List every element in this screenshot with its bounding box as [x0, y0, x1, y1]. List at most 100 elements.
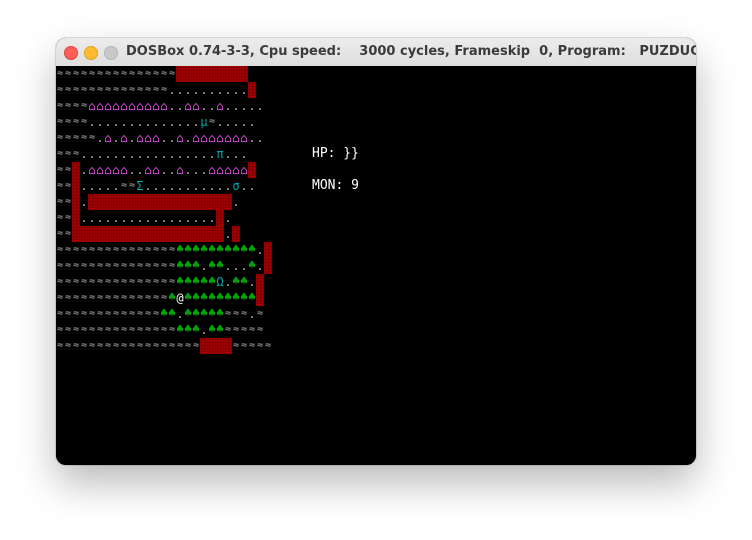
tree-tile: ♠ [248, 258, 256, 273]
water-tile: ≈ [120, 68, 128, 79]
floor-tile: . [136, 147, 144, 161]
floor-tile: . [200, 147, 208, 161]
water-tile: ≈ [64, 180, 72, 191]
tree-tile: ♠ [200, 274, 208, 289]
water-tile: ≈ [168, 340, 176, 351]
water-tile: ≈ [224, 324, 232, 335]
wall-tile [72, 210, 80, 226]
floor-tile: . [160, 147, 168, 161]
floor-tile: . [192, 115, 200, 129]
house-tile: ⌂ [208, 163, 216, 177]
maximize-button[interactable] [104, 46, 118, 60]
floor-tile: . [112, 179, 120, 193]
house-tile: ⌂ [104, 99, 112, 113]
wall-tile [256, 290, 264, 306]
tree-tile: ♠ [200, 242, 208, 257]
floor-tile: . [136, 163, 144, 177]
wall-tile [208, 66, 216, 82]
wall-tile [104, 226, 112, 242]
game-screen[interactable]: ≈ ≈ ≈ ≈ ≈ ≈ ≈ ≈ ≈ ≈ ≈ ≈ ≈ ≈ ≈ ≈ ≈ ≈ ≈ ≈ ≈ ≈ ≈ ≈ ≈ ≈ ≈ ≈ ≈.......... ≈… [56, 66, 696, 465]
title-bar: DOSBox 0.74-3-3, Cpu speed: 3000 cycles,… [56, 38, 696, 67]
water-tile: ≈ [80, 116, 88, 127]
floor-tile: . [152, 115, 160, 129]
wall-tile [264, 258, 272, 274]
water-tile: ≈ [112, 308, 120, 319]
monster-tile: Ω [216, 275, 224, 289]
water-tile: ≈ [72, 132, 80, 143]
water-tile: ≈ [80, 324, 88, 335]
water-tile: ≈ [64, 148, 72, 159]
water-tile: ≈ [152, 324, 160, 335]
water-tile: ≈ [112, 292, 120, 303]
water-tile: ≈ [56, 100, 64, 111]
water-tile: ≈ [64, 340, 72, 351]
tree-tile: ♠ [168, 290, 176, 305]
water-tile: ≈ [168, 68, 176, 79]
water-tile: ≈ [72, 292, 80, 303]
tree-tile: ♠ [160, 306, 168, 321]
water-tile: ≈ [72, 308, 80, 319]
floor-tile: . [104, 147, 112, 161]
floor-tile: . [184, 115, 192, 129]
water-tile: ≈ [120, 260, 128, 271]
house-tile: ⌂ [208, 131, 216, 145]
water-tile: ≈ [80, 276, 88, 287]
water-tile: ≈ [136, 84, 144, 95]
water-tile: ≈ [168, 260, 176, 271]
water-tile: ≈ [232, 308, 240, 319]
water-tile: ≈ [144, 244, 152, 255]
floor-tile: . [176, 211, 184, 225]
tree-tile: ♠ [168, 306, 176, 321]
water-tile: ≈ [56, 228, 64, 239]
water-tile: ≈ [56, 340, 64, 351]
water-tile: ≈ [88, 308, 96, 319]
close-button[interactable] [64, 46, 78, 60]
wall-tile [72, 226, 80, 242]
water-tile: ≈ [160, 292, 168, 303]
floor-tile: . [80, 195, 88, 209]
water-tile: ≈ [64, 308, 72, 319]
minimize-button[interactable] [84, 46, 98, 60]
floor-tile: . [232, 83, 240, 97]
floor-tile: . [184, 163, 192, 177]
water-tile: ≈ [152, 340, 160, 351]
tree-tile: ♠ [192, 306, 200, 321]
water-tile: ≈ [256, 324, 264, 335]
floor-tile: . [192, 83, 200, 97]
floor-tile: . [216, 115, 224, 129]
water-tile: ≈ [128, 276, 136, 287]
floor-tile: . [96, 147, 104, 161]
water-tile: ≈ [120, 324, 128, 335]
wall-tile [216, 226, 224, 242]
wall-tile [256, 274, 264, 290]
water-tile: ≈ [56, 260, 64, 271]
water-tile: ≈ [256, 340, 264, 351]
water-tile: ≈ [128, 292, 136, 303]
floor-tile: . [224, 83, 232, 97]
water-tile: ≈ [96, 276, 104, 287]
tree-tile: ♠ [208, 290, 216, 305]
water-tile: ≈ [184, 340, 192, 351]
wall-tile [104, 194, 112, 210]
water-tile: ≈ [136, 260, 144, 271]
floor-tile: . [216, 179, 224, 193]
tree-tile: ♠ [184, 242, 192, 257]
wall-tile [128, 226, 136, 242]
floor-tile: . [224, 147, 232, 161]
floor-tile: . [208, 83, 216, 97]
water-tile: ≈ [152, 84, 160, 95]
floor-tile: . [168, 115, 176, 129]
floor-tile: . [152, 179, 160, 193]
wall-tile [80, 226, 88, 242]
water-tile: ≈ [136, 308, 144, 319]
floor-tile: . [224, 275, 232, 289]
floor-tile: . [192, 179, 200, 193]
floor-tile: . [208, 211, 216, 225]
wall-tile [176, 226, 184, 242]
water-tile: ≈ [264, 340, 272, 351]
wall-tile [200, 226, 208, 242]
water-tile: ≈ [64, 292, 72, 303]
water-tile: ≈ [72, 68, 80, 79]
floor-tile: . [240, 259, 248, 273]
tree-tile: ♠ [224, 290, 232, 305]
